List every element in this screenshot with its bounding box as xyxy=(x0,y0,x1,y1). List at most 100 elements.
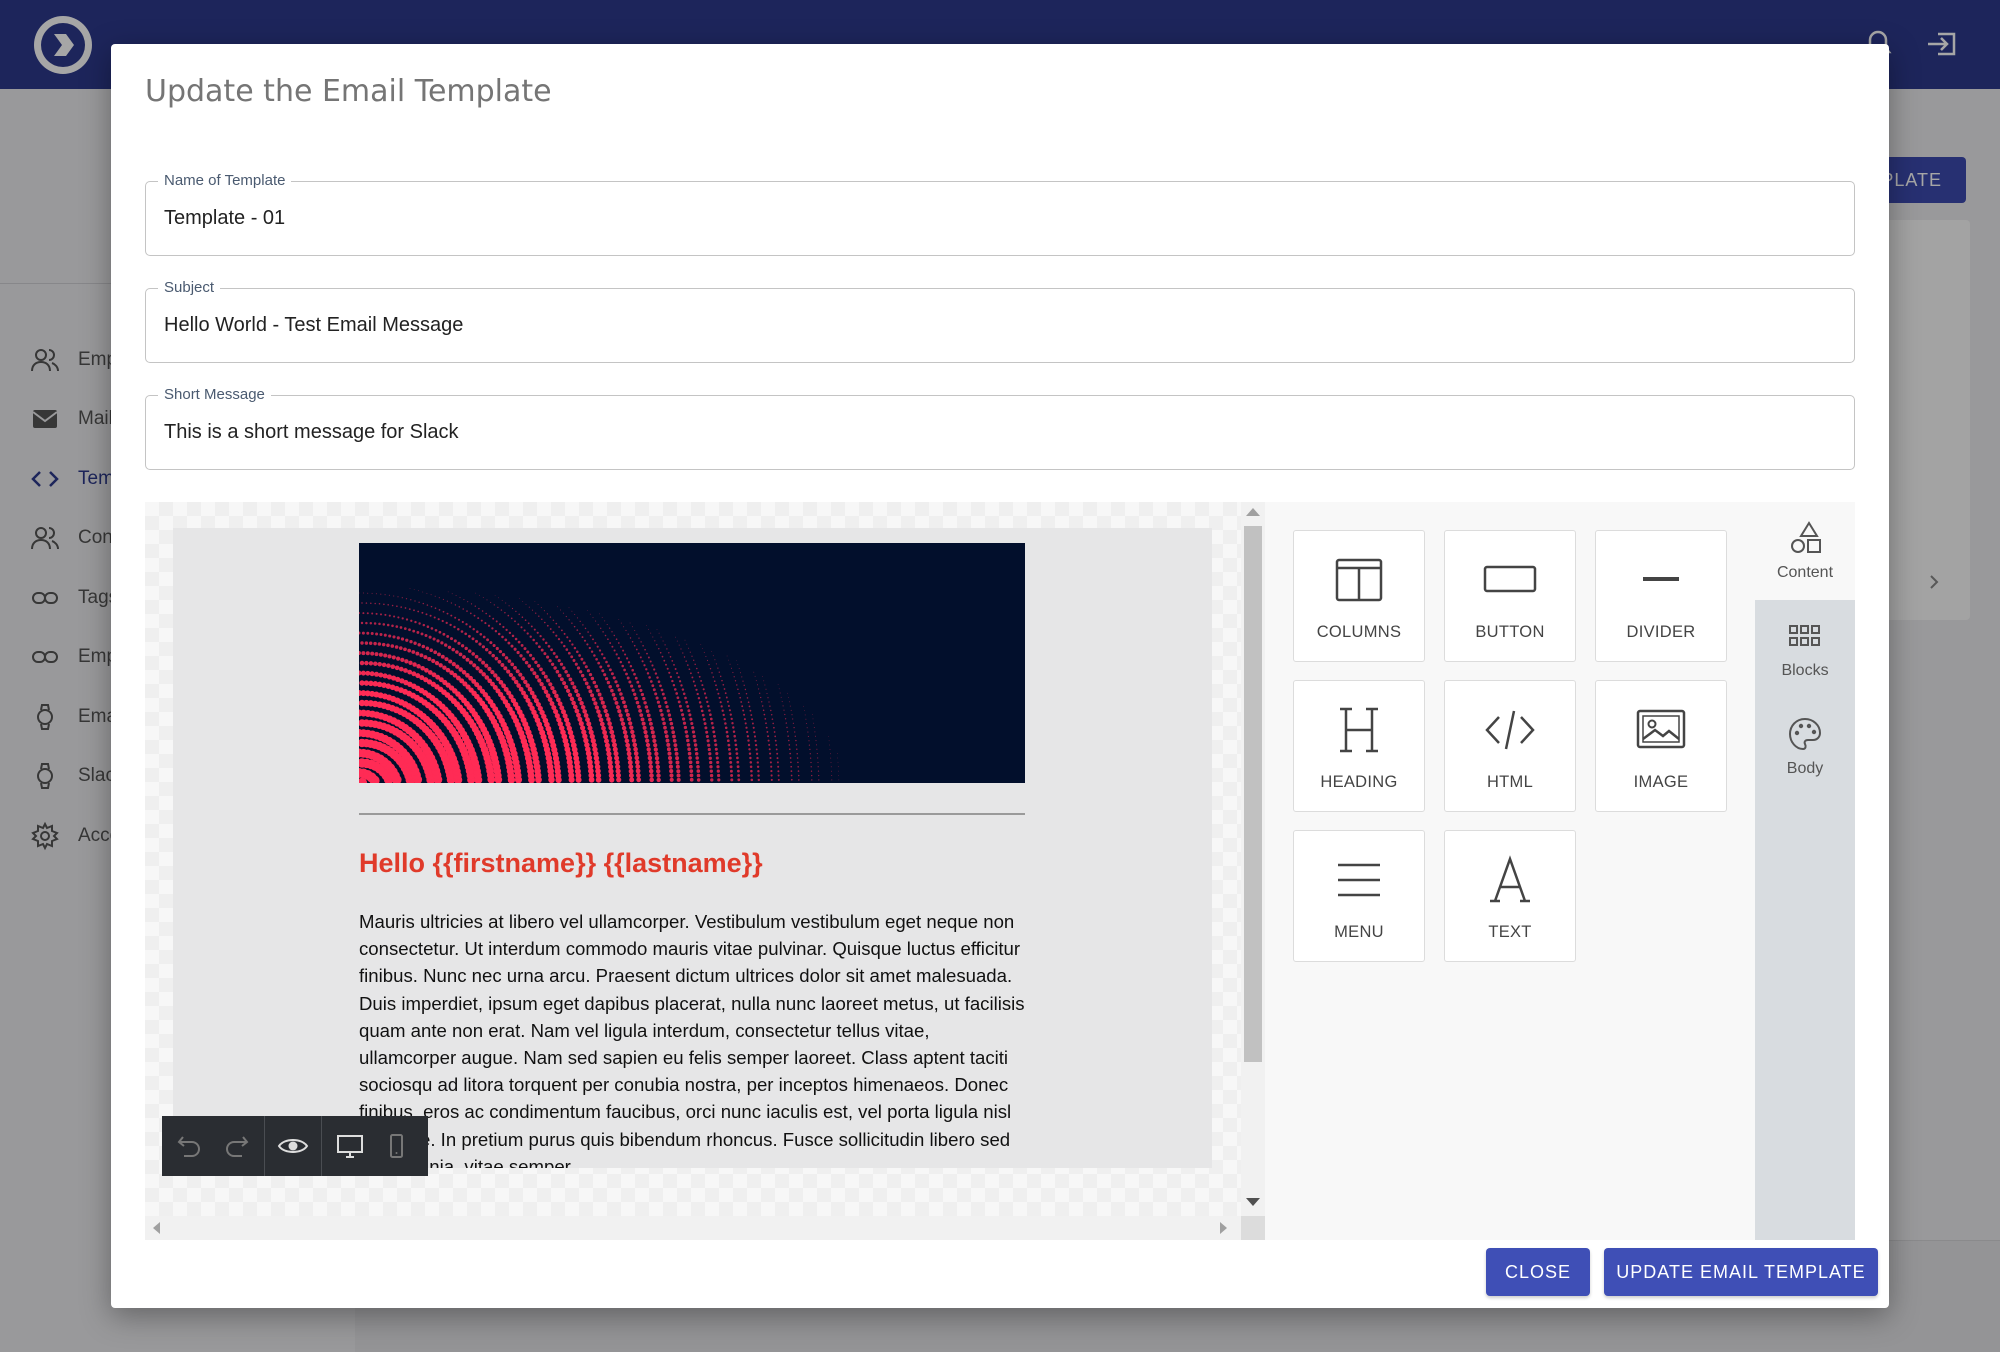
halftone-dot xyxy=(543,674,548,679)
tool-columns[interactable]: COLUMNS xyxy=(1293,530,1425,662)
halftone-dot xyxy=(517,640,521,644)
halftone-dot xyxy=(584,665,588,669)
halftone-dot xyxy=(632,742,638,748)
tool-divider[interactable]: DIVIDER xyxy=(1595,530,1727,662)
vertical-scrollbar[interactable] xyxy=(1241,502,1265,1240)
halftone-dot xyxy=(686,643,688,645)
halftone-dot xyxy=(709,769,713,773)
scroll-up-arrow-icon[interactable] xyxy=(1246,508,1260,516)
undo-button[interactable] xyxy=(174,1130,206,1162)
halftone-dot xyxy=(613,751,619,757)
banner-image[interactable] xyxy=(359,543,1025,783)
tool-heading[interactable]: HEADING xyxy=(1293,680,1425,812)
halftone-dot xyxy=(756,765,760,768)
halftone-dot xyxy=(770,774,773,777)
halftone-dot xyxy=(361,602,363,604)
tool-button[interactable]: BUTTON xyxy=(1444,530,1576,662)
halftone-dot xyxy=(668,652,670,654)
halftone-dot xyxy=(383,653,388,658)
horizontal-scrollbar[interactable] xyxy=(145,1216,1241,1240)
halftone-dot xyxy=(635,700,640,705)
tool-html[interactable]: HTML xyxy=(1444,680,1576,812)
halftone-dot xyxy=(603,673,607,677)
halftone-dot xyxy=(675,756,680,761)
text-icon xyxy=(1490,855,1530,903)
halftone-dot xyxy=(481,660,486,665)
halftone-dot xyxy=(418,622,421,625)
desktop-view-button[interactable] xyxy=(334,1130,366,1162)
halftone-dot xyxy=(550,662,555,666)
halftone-dot xyxy=(638,637,640,639)
short-message-field[interactable]: Short Message xyxy=(145,386,1855,470)
scroll-left-arrow-icon[interactable] xyxy=(153,1222,160,1234)
halftone-dot xyxy=(404,607,407,609)
subject-input[interactable] xyxy=(164,289,1834,361)
scroll-right-arrow-icon[interactable] xyxy=(1220,1222,1227,1234)
halftone-dot xyxy=(748,705,751,708)
halftone-dot xyxy=(419,653,424,658)
halftone-dot xyxy=(704,726,708,730)
halftone-dot xyxy=(732,671,734,674)
halftone-dot xyxy=(774,735,777,738)
halftone-dot xyxy=(495,646,499,651)
halftone-dot xyxy=(737,778,741,782)
scrollbar-thumb[interactable] xyxy=(1244,526,1262,1062)
halftone-dot xyxy=(375,612,378,615)
close-button[interactable]: CLOSE xyxy=(1486,1248,1590,1296)
subject-field[interactable]: Subject xyxy=(145,279,1855,363)
redo-button[interactable] xyxy=(220,1130,252,1162)
halftone-dot xyxy=(669,769,674,774)
tool-menu[interactable]: MENU xyxy=(1293,830,1425,962)
halftone-dot xyxy=(397,616,400,619)
mobile-view-button[interactable] xyxy=(380,1130,412,1162)
halftone-dot xyxy=(639,713,644,718)
halftone-dot xyxy=(405,618,409,621)
short-message-input[interactable] xyxy=(164,396,1834,468)
halftone-dot xyxy=(565,615,567,618)
halftone-dot xyxy=(791,714,793,716)
halftone-dot xyxy=(601,616,603,618)
halftone-dot xyxy=(645,738,650,743)
halftone-dot xyxy=(557,673,562,678)
email-preview[interactable]: Hello {{firstname}} {{lastname}} Mauris … xyxy=(173,528,1212,1168)
tab-blocks[interactable]: Blocks xyxy=(1755,600,1855,698)
halftone-dot xyxy=(486,638,490,642)
halftone-dot xyxy=(560,641,563,644)
halftone-dot xyxy=(736,756,739,760)
email-heading[interactable]: Hello {{firstname}} {{lastname}} xyxy=(359,848,763,879)
tool-text[interactable]: TEXT xyxy=(1444,830,1576,962)
halftone-dot xyxy=(564,684,569,690)
halftone-dot xyxy=(625,657,629,660)
halftone-dot xyxy=(572,659,576,662)
halftone-dot xyxy=(671,730,676,735)
halftone-dot xyxy=(712,676,715,678)
update-template-dialog: Update the Email Template Name of Templa… xyxy=(111,44,1889,1308)
halftone-dot xyxy=(422,623,426,627)
halftone-dot xyxy=(765,722,767,725)
divider[interactable] xyxy=(359,813,1025,815)
halftone-dot xyxy=(532,638,535,642)
halftone-dot xyxy=(651,734,656,739)
halftone-dot xyxy=(642,725,647,730)
tab-body[interactable]: Body xyxy=(1755,698,1855,796)
editor-canvas[interactable]: Hello {{firstname}} {{lastname}} Mauris … xyxy=(145,502,1245,1240)
halftone-dot xyxy=(471,652,475,656)
scroll-down-arrow-icon[interactable] xyxy=(1246,1198,1260,1206)
halftone-dot xyxy=(811,714,813,715)
halftone-dot xyxy=(728,756,732,760)
halftone-dot xyxy=(588,646,591,650)
preview-button[interactable] xyxy=(277,1130,309,1162)
email-body-text[interactable]: Mauris ultricies at libero vel ullamcorp… xyxy=(359,908,1025,1168)
halftone-dot xyxy=(462,608,464,610)
halftone-dot xyxy=(669,777,674,782)
halftone-dot xyxy=(599,721,605,727)
update-template-button[interactable]: UPDATE EMAIL TEMPLATE xyxy=(1604,1248,1878,1296)
halftone-dot xyxy=(576,650,579,654)
template-name-field[interactable]: Name of Template xyxy=(145,172,1855,256)
halftone-dot xyxy=(601,725,606,731)
halftone-dot xyxy=(603,708,608,714)
tab-content[interactable]: Content xyxy=(1755,502,1855,600)
template-name-input[interactable] xyxy=(164,182,1834,254)
tool-image[interactable]: IMAGE xyxy=(1595,680,1727,812)
halftone-dot xyxy=(662,640,664,642)
